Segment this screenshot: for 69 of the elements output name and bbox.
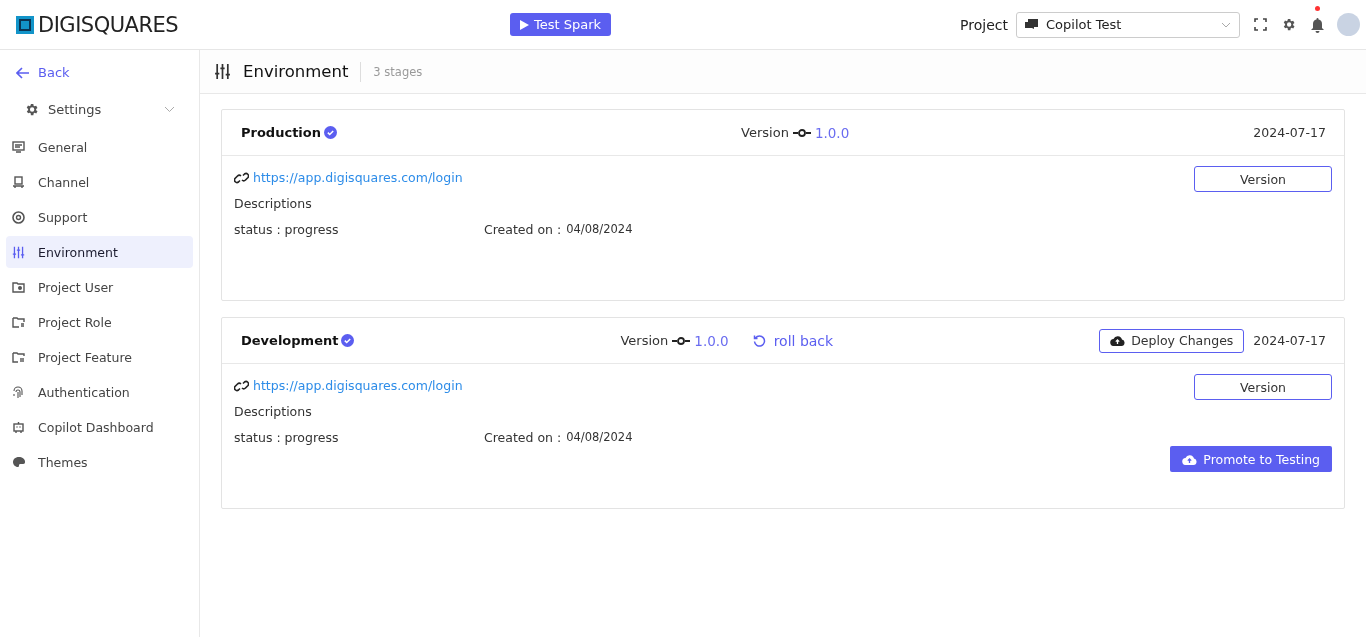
sidebar-item[interactable]: Project Role: [6, 306, 193, 338]
deploy-changes-button[interactable]: Deploy Changes: [1099, 328, 1245, 353]
sidebar-item[interactable]: Copilot Dashboard: [6, 411, 193, 443]
sidebar-item[interactable]: Authentication: [6, 376, 193, 408]
arrow-left-icon: [16, 66, 30, 79]
folder-icon: [12, 351, 25, 363]
environment-date: 2024-07-17: [1253, 125, 1326, 140]
sliders-icon: [12, 245, 25, 259]
test-spark-button[interactable]: Test Spark: [510, 13, 612, 36]
environment-name: Production: [241, 125, 321, 140]
version-button[interactable]: Version: [1194, 374, 1332, 400]
status-text: status : progress: [234, 222, 340, 237]
version-number: 1.0.0: [694, 332, 729, 349]
version-label: Version: [741, 125, 789, 140]
sidebar-item[interactable]: General: [6, 131, 193, 163]
environment-name: Development: [241, 333, 339, 348]
palette-icon: [12, 456, 26, 468]
folder-user-icon: [12, 281, 25, 293]
project-label: Project: [960, 16, 1008, 33]
sidebar-item[interactable]: Themes: [6, 446, 193, 478]
created-on-label: Created on :: [484, 430, 562, 445]
sliders-icon: [214, 63, 231, 80]
chat-icon: [1025, 18, 1038, 31]
sidebar-item[interactable]: Project User: [6, 271, 193, 303]
folder-icon: [12, 316, 25, 328]
created-date: 04/08/2024: [566, 430, 633, 445]
robot-icon: [12, 420, 25, 434]
settings-icon[interactable]: [1281, 17, 1296, 32]
chevron-down-icon: [164, 106, 175, 113]
undo-icon: [752, 334, 766, 347]
commit-icon: [792, 128, 811, 137]
created-on-label: Created on :: [484, 222, 562, 237]
descriptions-text: Descriptions: [234, 196, 313, 211]
descriptions-text: Descriptions: [234, 404, 313, 419]
status-text: status : progress: [234, 430, 340, 445]
stage-count: 3 stages: [373, 64, 423, 79]
page-title: Environment: [243, 62, 349, 81]
back-link[interactable]: Back: [6, 60, 193, 98]
sidebar-item[interactable]: Support: [6, 201, 193, 233]
kiosk-icon: [12, 175, 25, 189]
chevron-down-icon: [1221, 21, 1231, 28]
promote-button[interactable]: Promote to Testing: [1170, 446, 1332, 472]
roll-back-link[interactable]: roll back: [752, 332, 834, 349]
settings-menu[interactable]: Settings: [6, 98, 193, 131]
logo-text: DIGISQUARES: [38, 12, 179, 37]
bell-icon[interactable]: [1310, 16, 1325, 33]
play-icon: [520, 19, 529, 30]
version-label: Version: [620, 333, 669, 348]
link-icon: [234, 171, 249, 184]
sidebar-item[interactable]: Environment: [6, 236, 193, 268]
lifebuoy-icon: [12, 210, 25, 224]
sidebar-item[interactable]: Project Feature: [6, 341, 193, 373]
cloud-upload-icon: [1110, 335, 1126, 346]
fingerprint-icon: [12, 385, 24, 399]
fullscreen-icon[interactable]: [1254, 18, 1267, 31]
gear-icon: [24, 102, 39, 117]
link-icon: [234, 379, 249, 392]
environment-date: 2024-07-17: [1253, 333, 1326, 348]
created-date: 04/08/2024: [566, 222, 633, 237]
logo-icon: [16, 15, 34, 34]
commit-icon: [672, 336, 691, 345]
version-number: 1.0.0: [814, 124, 850, 141]
cloud-upload-icon: [1182, 453, 1198, 465]
environment-url-link[interactable]: https://app.digisquares.com/login: [253, 378, 463, 393]
monitor-icon: [12, 141, 25, 153]
environment-url-link[interactable]: https://app.digisquares.com/login: [253, 170, 463, 185]
project-select[interactable]: Copilot Test: [1016, 11, 1240, 38]
version-button[interactable]: Version: [1194, 166, 1332, 192]
sidebar-item[interactable]: Channel: [6, 166, 193, 198]
